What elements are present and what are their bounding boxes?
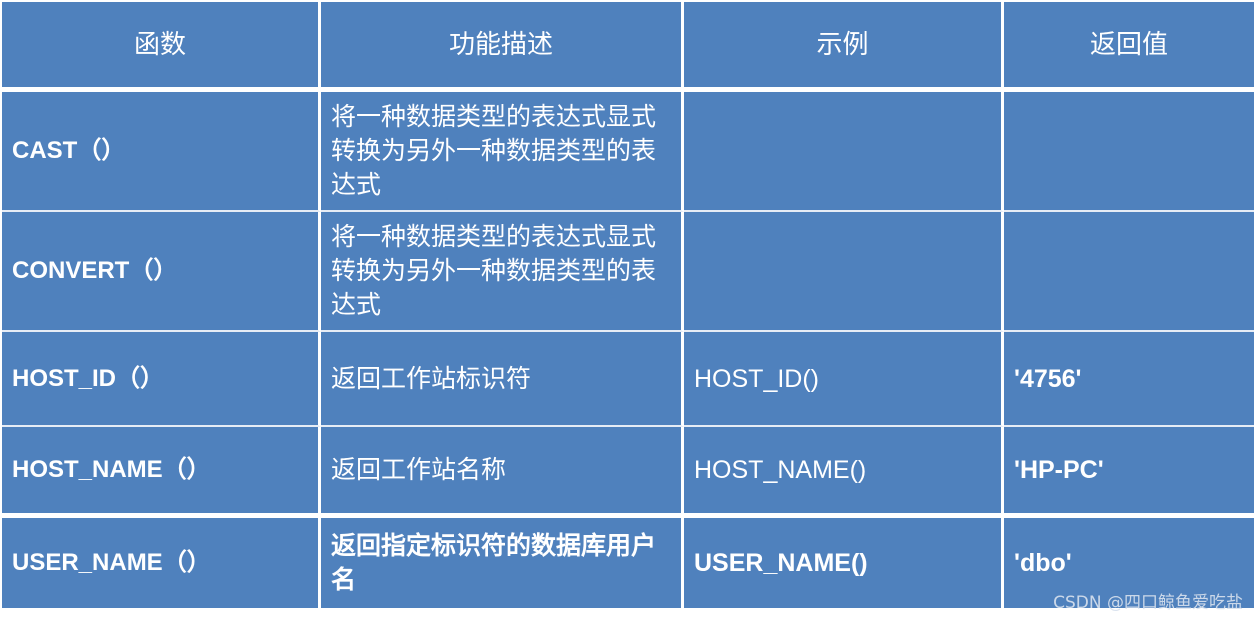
example-cell: USER_NAME()	[684, 518, 1004, 608]
header-function: 函数	[2, 2, 321, 92]
function-cell: CONVERT（）	[2, 212, 321, 332]
return-value-cell: '4756'	[1004, 332, 1254, 427]
example-cell: HOST_ID()	[684, 332, 1004, 427]
functions-table: 函数 功能描述 示例 返回值 CAST（） 将一种数据类型的表达式显式转换为另外…	[2, 2, 1254, 608]
description-cell: 将一种数据类型的表达式显式转换为另外一种数据类型的表达式	[321, 92, 684, 212]
function-cell: HOST_NAME（）	[2, 427, 321, 518]
header-description: 功能描述	[321, 2, 684, 92]
table-row: HOST_ID（） 返回工作站标识符 HOST_ID() '4756'	[2, 332, 1254, 427]
example-cell: HOST_NAME()	[684, 427, 1004, 518]
table-row: HOST_NAME（） 返回工作站名称 HOST_NAME() 'HP-PC'	[2, 427, 1254, 518]
table-row: CAST（） 将一种数据类型的表达式显式转换为另外一种数据类型的表达式	[2, 92, 1254, 212]
watermark: CSDN @四口鲸鱼爱吃盐	[1053, 593, 1243, 613]
description-cell: 返回指定标识符的数据库用户名	[321, 518, 684, 608]
return-value-cell	[1004, 92, 1254, 212]
table-row: CONVERT（） 将一种数据类型的表达式显式转换为另外一种数据类型的表达式	[2, 212, 1254, 332]
return-value-cell: 'HP-PC'	[1004, 427, 1254, 518]
return-value-cell	[1004, 212, 1254, 332]
header-example: 示例	[684, 2, 1004, 92]
description-cell: 返回工作站标识符	[321, 332, 684, 427]
example-cell	[684, 92, 1004, 212]
header-return-value: 返回值	[1004, 2, 1254, 92]
example-cell	[684, 212, 1004, 332]
function-cell: USER_NAME（）	[2, 518, 321, 608]
description-cell: 返回工作站名称	[321, 427, 684, 518]
table-header-row: 函数 功能描述 示例 返回值	[2, 2, 1254, 92]
function-cell: CAST（）	[2, 92, 321, 212]
description-cell: 将一种数据类型的表达式显式转换为另外一种数据类型的表达式	[321, 212, 684, 332]
function-cell: HOST_ID（）	[2, 332, 321, 427]
